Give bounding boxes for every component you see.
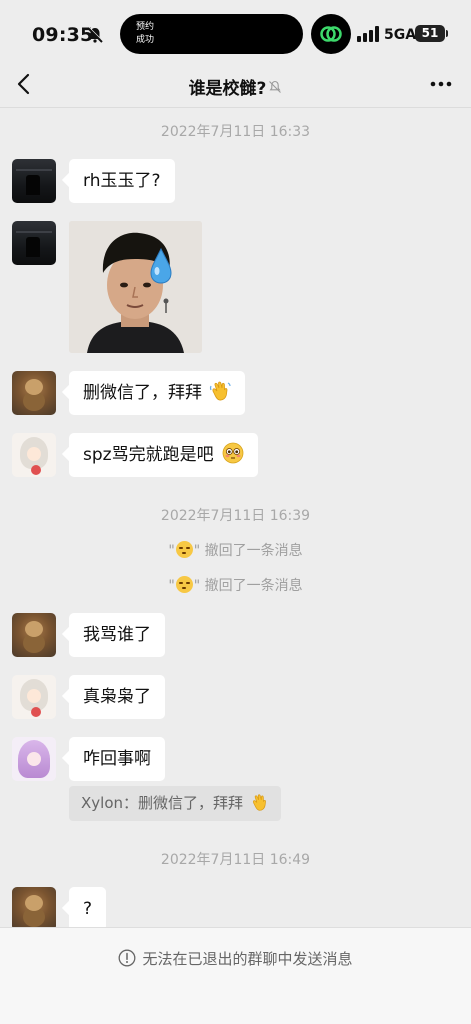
battery-tip	[446, 30, 448, 37]
message-bubble[interactable]: spz骂完就跑是吧	[69, 433, 258, 477]
message-bubble[interactable]: ?	[69, 887, 107, 931]
meme-photo	[69, 221, 202, 353]
signal-icon	[357, 26, 379, 42]
timestamp: 2022年7月11日 16:49	[160, 852, 311, 868]
info-icon	[119, 949, 136, 967]
timestamp: 2022年7月11日 16:33	[160, 124, 311, 140]
chat-title: 谁是校雠?	[0, 74, 471, 99]
bell-muted-icon	[87, 26, 104, 43]
smirk-emoji	[175, 576, 193, 593]
message-bubble[interactable]: rh玉玉了?	[69, 159, 175, 203]
link-icon	[320, 26, 342, 42]
message-bubble[interactable]: 咋回事啊	[69, 737, 165, 781]
quoted-message[interactable]: Xylon：删微信了，拜拜	[69, 786, 281, 821]
chat-header: 谁是校雠?	[0, 62, 471, 108]
mute-icon	[269, 80, 282, 93]
flushed-face-emoji	[222, 442, 244, 464]
avatar[interactable]	[12, 433, 56, 477]
avatar[interactable]	[12, 675, 56, 719]
waving-hand-emoji	[210, 381, 232, 401]
recall-notice: " " 撤回了一条消息	[168, 541, 303, 559]
avatar[interactable]	[12, 887, 56, 931]
island-notice: 预约 成功	[136, 22, 155, 45]
battery-icon: 51	[415, 25, 445, 42]
avatar[interactable]	[12, 371, 56, 415]
message-bubble[interactable]: 真枭枭了	[69, 675, 165, 719]
avatar[interactable]	[12, 221, 56, 265]
more-icon[interactable]	[430, 80, 452, 88]
smirk-emoji	[175, 541, 193, 558]
avatar[interactable]	[12, 159, 56, 203]
timestamp: 2022年7月11日 16:39	[160, 508, 311, 524]
avatar[interactable]	[12, 613, 56, 657]
image-message[interactable]	[69, 221, 202, 353]
dynamic-island[interactable]: 预约 成功	[120, 14, 303, 54]
status-bar: 09:35 预约 成功 5GA 51	[0, 0, 471, 62]
footer-notice: 无法在已退出的群聊中发送消息	[0, 948, 471, 969]
avatar[interactable]	[12, 737, 56, 781]
input-disabled-footer: 无法在已退出的群聊中发送消息	[0, 927, 471, 1024]
message-bubble[interactable]: 删微信了，拜拜	[69, 371, 246, 415]
message-bubble[interactable]: 我骂谁了	[69, 613, 165, 657]
recall-notice: " " 撤回了一条消息	[168, 576, 303, 594]
status-time: 09:35	[32, 24, 94, 46]
waving-hand-emoji	[252, 794, 266, 811]
network-type: 5GA	[384, 27, 417, 43]
island-app-icon[interactable]	[311, 14, 351, 54]
